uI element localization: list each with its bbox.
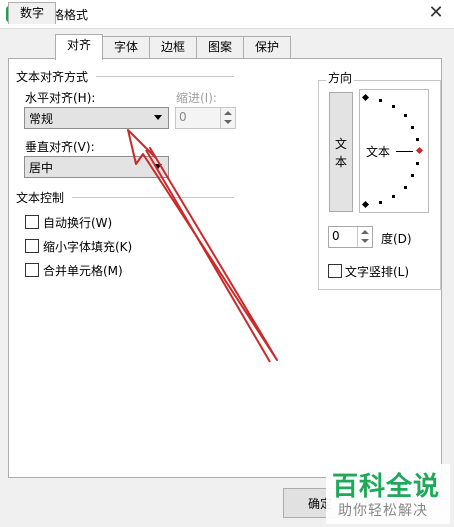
annotation-arrow-shaft [145,149,271,363]
tab-alignment[interactable]: 对齐 [55,34,103,60]
watermark-title: 百科全说 [332,472,441,502]
annotation-arrow [127,129,278,363]
watermark-subtitle: 助你轻松解决 [338,503,428,519]
watermark: 百科全说 助你轻松解决 [326,464,450,524]
